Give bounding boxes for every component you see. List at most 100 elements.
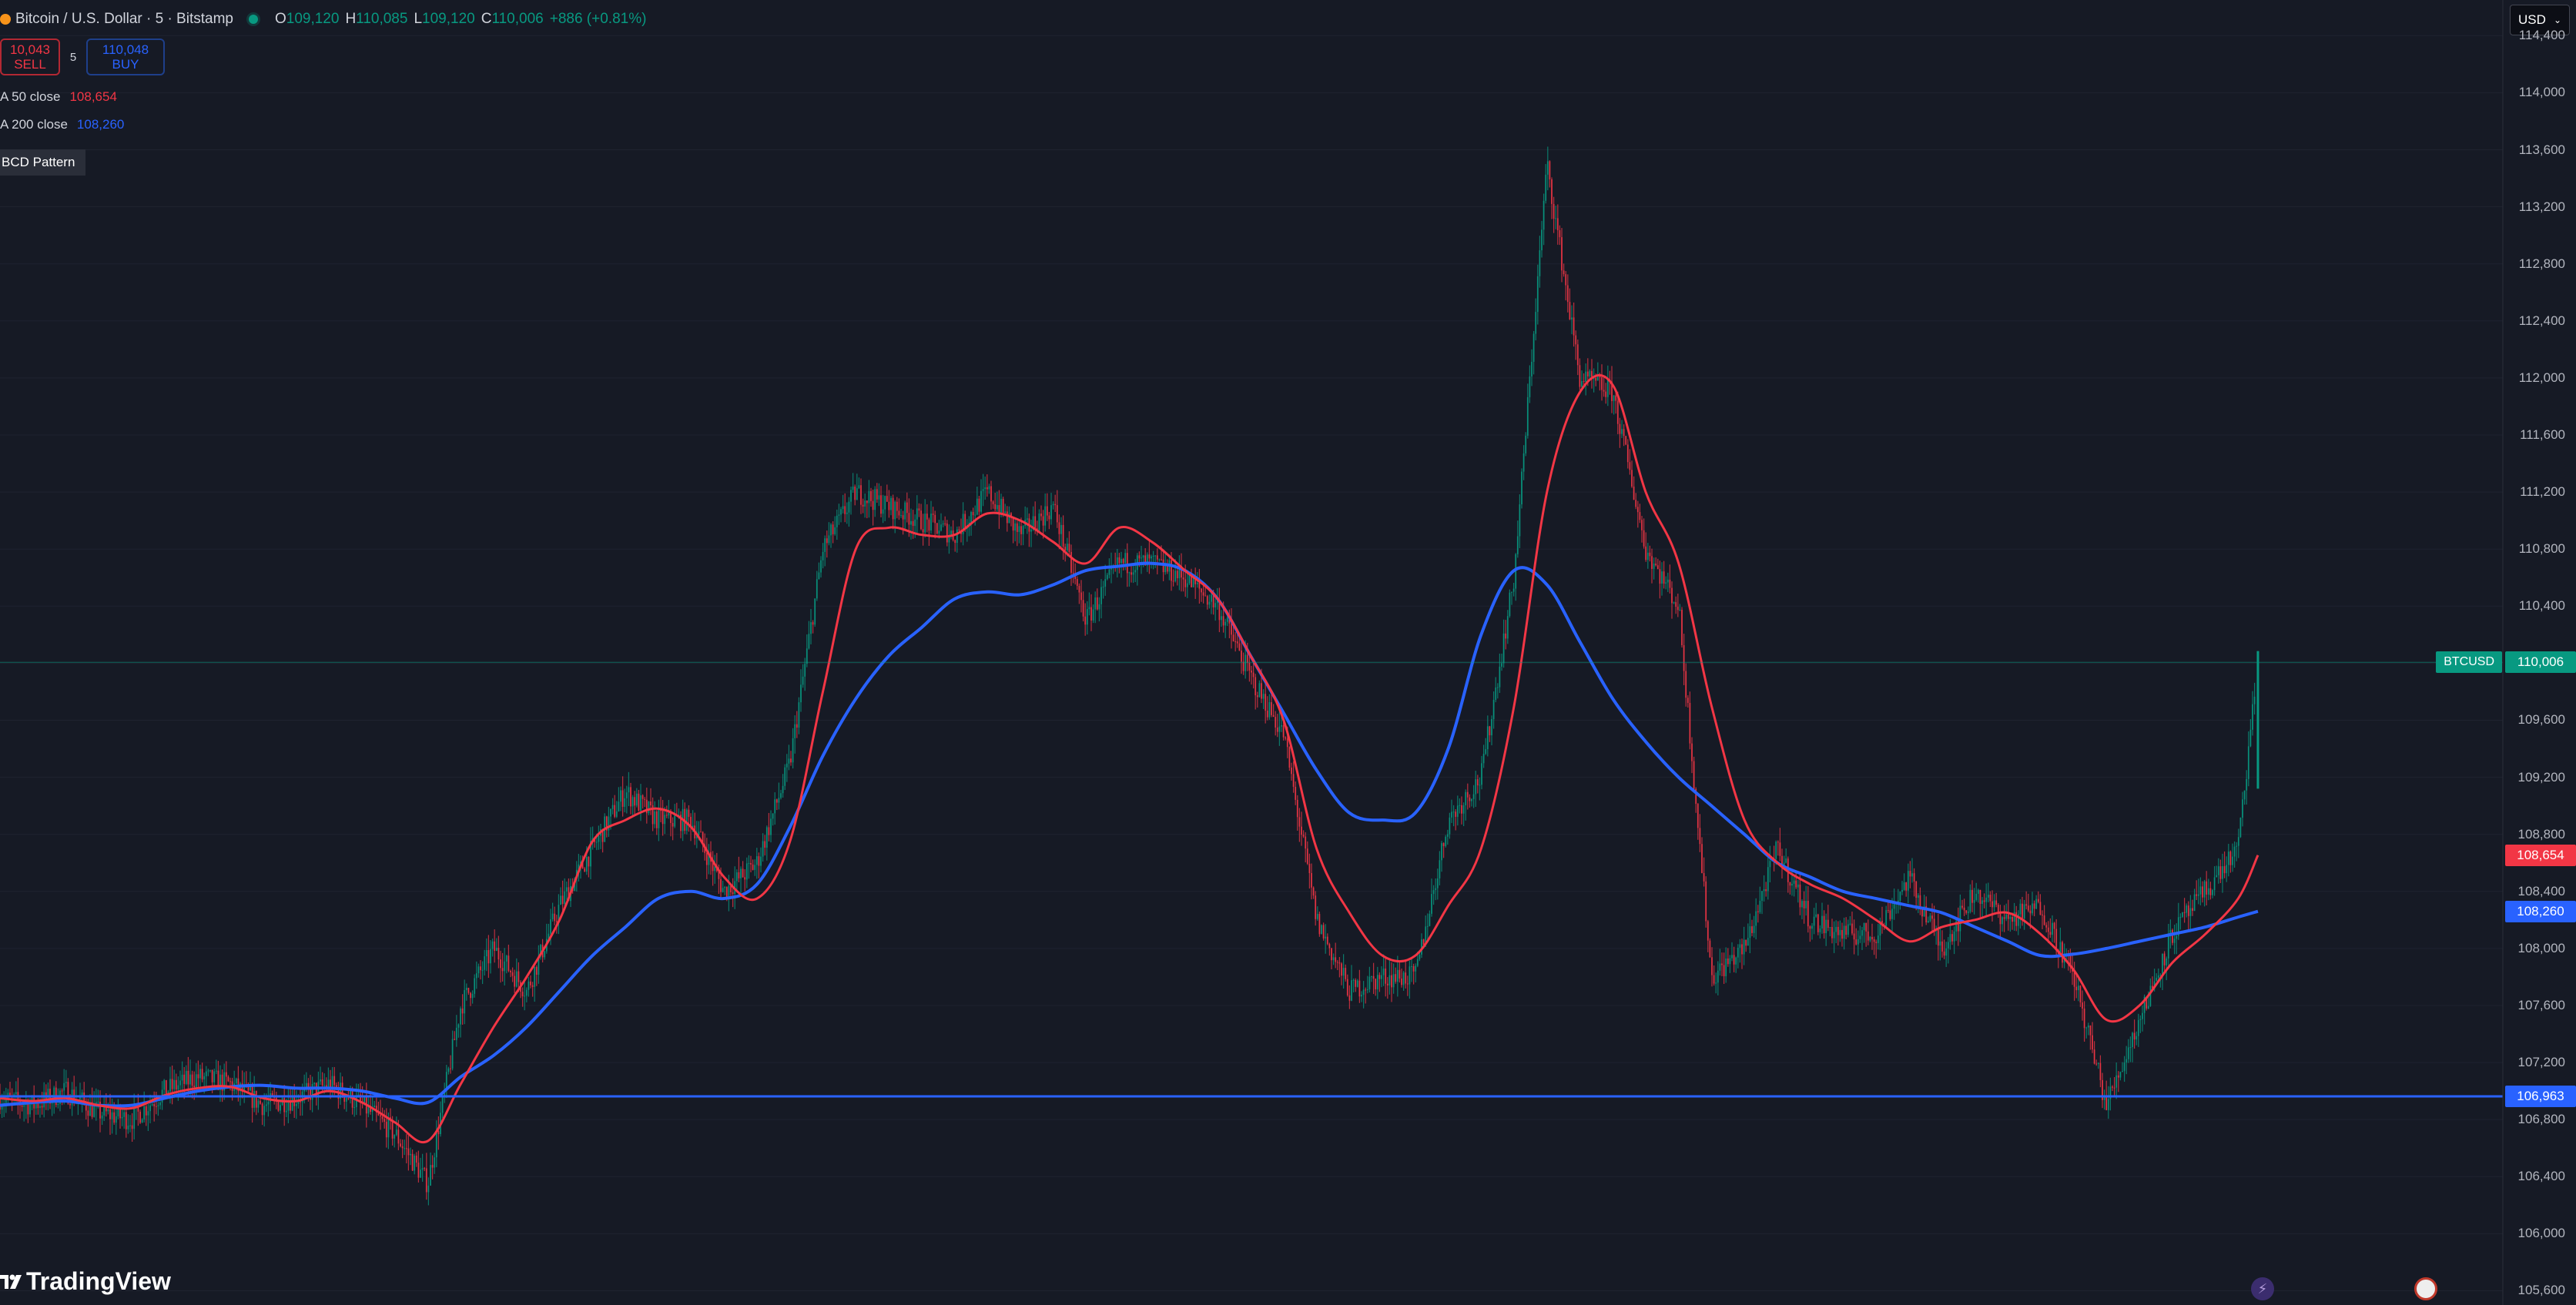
candle-body: [1455, 811, 1457, 817]
price-tick-label: 106,400: [2517, 1169, 2565, 1184]
candle-body: [1789, 882, 1791, 886]
market-open-icon: [248, 15, 258, 24]
candle-body: [1332, 957, 1335, 961]
candle-body: [1566, 285, 1569, 303]
candle-body: [2075, 986, 2078, 991]
price-chart-canvas[interactable]: [0, 0, 2576, 1305]
candle-body: [2053, 922, 2055, 929]
ma50-legend[interactable]: A 50 close 108,654: [0, 89, 117, 105]
candle-body: [1583, 380, 1585, 382]
candle-body: [714, 866, 716, 872]
candle-body: [866, 500, 868, 504]
candle-body: [1661, 571, 1663, 584]
candle-body: [920, 510, 922, 530]
candle-body: [203, 1076, 206, 1079]
buy-button[interactable]: 110,048 BUY: [86, 38, 165, 75]
candle-body: [1362, 989, 1365, 995]
candle-body: [477, 966, 480, 974]
candle-body: [2253, 696, 2256, 704]
candle-body: [1262, 694, 1265, 699]
candle-body: [904, 502, 906, 520]
candle-body: [2129, 1046, 2132, 1048]
candle-body: [2233, 846, 2236, 857]
candle-body: [620, 790, 621, 802]
candle-body: [2239, 818, 2242, 838]
candle-body: [1419, 954, 1421, 959]
candle-body: [1843, 925, 1845, 939]
candle-body: [1847, 924, 1849, 935]
candle-body: [1697, 804, 1699, 828]
candle-body: [1739, 944, 1741, 948]
candle-body: [1555, 218, 1557, 219]
candle-body: [384, 1119, 386, 1122]
candle-body: [788, 758, 790, 764]
candle-body: [1671, 587, 1673, 604]
candle-body: [1911, 873, 1913, 877]
candle-body: [1060, 524, 1062, 534]
candle-body: [173, 1079, 176, 1089]
candle-body: [2137, 1019, 2139, 1036]
candle-body: [1076, 579, 1078, 586]
candle-body: [842, 506, 844, 510]
candle-body: [417, 1163, 420, 1178]
candle-body: [1596, 376, 1599, 381]
candle-body: [1302, 835, 1305, 837]
candle-body: [391, 1119, 394, 1139]
candle-body: [1795, 880, 1797, 888]
ma200-legend[interactable]: A 200 close 108,260: [0, 117, 124, 132]
candle-body: [658, 810, 660, 828]
tradingview-logo[interactable]: TradingView: [0, 1267, 171, 1296]
candle-body: [2012, 916, 2013, 922]
currency-label: USD: [2518, 12, 2546, 27]
candle-body: [1817, 914, 1819, 932]
candle-body: [1308, 863, 1311, 873]
candle-body: [2252, 704, 2253, 730]
candle-body: [862, 504, 864, 507]
candle-body: [2202, 886, 2203, 898]
candle-body: [868, 490, 870, 504]
candle-body: [79, 1097, 81, 1099]
candle-body: [1000, 498, 1002, 515]
candle-body: [175, 1079, 177, 1090]
candle-body: [1963, 907, 1965, 911]
bolt-icon[interactable]: ⚡: [2251, 1277, 2274, 1300]
price-tick-label: 111,600: [2520, 427, 2565, 442]
candle-body: [1829, 927, 1831, 929]
candle-body: [958, 529, 960, 531]
candle-body: [856, 488, 858, 500]
candle-body: [1761, 891, 1763, 902]
candle-body: [2022, 903, 2023, 919]
candle-body: [740, 868, 742, 878]
symbol-title[interactable]: Bitcoin / U.S. Dollar · 5 · Bitstamp: [15, 11, 233, 28]
tradingview-logo-icon: [0, 1274, 22, 1289]
candle-body: [792, 738, 794, 763]
candle-body: [323, 1085, 326, 1086]
candle-body: [1256, 695, 1258, 698]
candle-body: [197, 1074, 199, 1079]
candle-body: [510, 971, 511, 972]
candle-body: [1635, 500, 1637, 507]
candle-body: [474, 978, 476, 994]
candle-body: [1321, 925, 1322, 935]
candle-body: [1512, 588, 1515, 592]
us-flag-icon[interactable]: [2414, 1277, 2437, 1300]
candle-body: [1693, 761, 1695, 789]
candle-body: [514, 975, 516, 987]
candle-body: [127, 1126, 129, 1129]
sell-button[interactable]: 10,043 SELL: [0, 38, 60, 75]
candle-body: [738, 872, 740, 878]
pattern-legend[interactable]: BCD Pattern: [0, 149, 86, 176]
candle-body: [1606, 379, 1609, 397]
candle-body: [1669, 579, 1671, 588]
candle-body: [189, 1074, 191, 1085]
candle-body: [1018, 526, 1020, 532]
candle-body: [528, 981, 530, 990]
candle-body: [1581, 380, 1583, 387]
candle-body: [1869, 936, 1871, 941]
candle-body: [1691, 743, 1693, 761]
candle-body: [1659, 569, 1661, 584]
candle-body: [1825, 919, 1827, 934]
candle-body: [87, 1110, 89, 1116]
candle-body: [1244, 654, 1247, 671]
candle-body: [1791, 883, 1793, 886]
